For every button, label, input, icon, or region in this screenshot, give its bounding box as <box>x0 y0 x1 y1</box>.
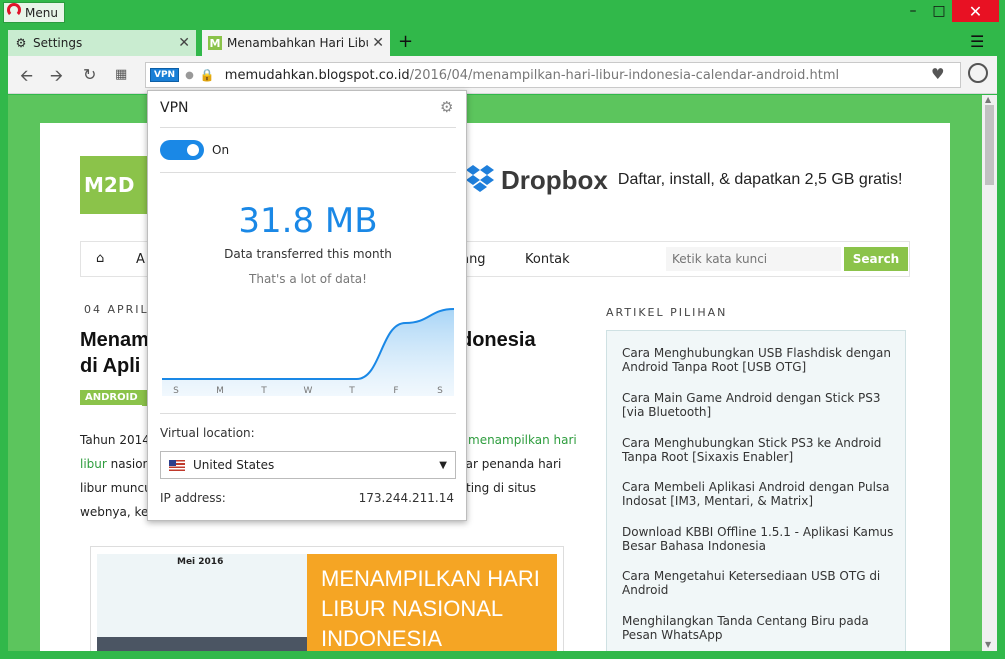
site-favicon-icon: M <box>208 36 222 50</box>
opera-logo-icon <box>7 2 21 17</box>
post-date: 04 APRIL <box>84 303 149 316</box>
image-illustration: Mei 2016 <box>97 554 307 651</box>
search-button[interactable]: Search <box>844 247 908 271</box>
day-label: T <box>349 386 355 396</box>
reload-icon[interactable]: ↻ <box>83 65 96 84</box>
title-bar: Menu – □ ✕ <box>0 0 1005 28</box>
speed-dial-icon[interactable]: ▦ <box>115 67 127 82</box>
body-text-l1: Tahun 2014 <box>80 433 150 447</box>
body-text-l2: libur nasion <box>80 452 150 476</box>
minimize-button[interactable]: – <box>900 0 926 22</box>
scroll-down-icon[interactable]: ▼ <box>985 640 991 649</box>
toolbar: 🡨 🡪 ↻ ▦ VPN ● 🔒 memudahkan.blogspot.co.i… <box>8 56 997 94</box>
dropbox-tagline: Daftar, install, & dapatkan 2,5 GB grati… <box>617 171 903 188</box>
home-icon[interactable]: ⌂ <box>96 251 104 266</box>
tab-title: Menambahkan Hari Libur Nas <box>227 36 368 50</box>
gear-icon: ⚙ <box>15 36 27 50</box>
divider <box>160 127 456 128</box>
image-text: MENAMPILKAN HARI LIBUR NASIONAL INDONESI… <box>307 554 557 651</box>
opera-menu-button[interactable]: Menu <box>3 2 65 23</box>
dropbox-ad[interactable]: Dropbox Daftar, install, & dapatkan 2,5 … <box>465 163 902 197</box>
sidebar-item[interactable]: Download KBBI Offline 1.5.1 - Aplikasi K… <box>622 525 897 553</box>
body-link-l2[interactable]: libur <box>80 457 107 471</box>
scroll-up-icon[interactable]: ▲ <box>985 95 991 104</box>
sidebar-item[interactable]: Cara Membeli Aplikasi Android dengan Pul… <box>622 480 897 508</box>
vpn-badge[interactable]: VPN <box>150 68 180 82</box>
virtual-location-label: Virtual location: <box>160 426 255 440</box>
sidebar-item[interactable]: Cara Menghubungkan USB Flashdisk dengan … <box>622 346 897 374</box>
body-text-l4: webnya, ke <box>80 505 149 519</box>
separator-dot: ● <box>185 69 194 81</box>
dropbox-name: Dropbox <box>501 164 608 195</box>
us-flag-icon <box>169 459 185 471</box>
vpn-popup: VPN ⚙ On 31.8 MB Data transferred this m… <box>147 90 467 521</box>
vpn-title: VPN <box>160 100 189 116</box>
page-scrollbar[interactable]: ▲ ▼ <box>982 95 997 651</box>
toggle-knob <box>187 144 199 156</box>
vpn-toggle[interactable] <box>160 140 204 160</box>
dropbox-icon <box>466 165 494 192</box>
sidebar-list: Cara Menghubungkan USB Flashdisk dengan … <box>606 330 906 651</box>
day-label: S <box>173 386 179 396</box>
day-label: S <box>437 386 443 396</box>
forward-icon[interactable]: 🡪 <box>50 65 63 92</box>
tab-title: Settings <box>33 36 83 50</box>
data-subtitle: Data transferred this month <box>224 247 392 261</box>
menu-item-partial[interactable]: A <box>136 252 145 267</box>
data-note: That's a lot of data! <box>249 272 367 286</box>
divider <box>160 413 456 414</box>
tab-article[interactable]: M Menambahkan Hari Libur Nas ✕ <box>202 30 390 56</box>
sidebar-title: ARTIKEL PILIHAN <box>606 306 728 319</box>
ip-value: 173.244.211.14 <box>358 491 454 505</box>
post-title-right: donesia <box>460 329 536 351</box>
lock-icon[interactable]: 🔒 <box>200 68 215 82</box>
site-logo[interactable]: M2D <box>80 156 150 214</box>
data-amount: 31.8 MB <box>238 201 378 241</box>
bookmark-heart-icon[interactable]: ♥ <box>931 65 944 83</box>
body-text-l2-rest: nasion <box>106 457 151 471</box>
ip-label: IP address: <box>160 491 226 505</box>
dropdown-arrow-icon: ▼ <box>439 460 447 471</box>
close-tab-icon[interactable]: ✕ <box>178 35 190 51</box>
user-profile-icon[interactable] <box>968 63 988 83</box>
body-link-l1[interactable]: menampilkan hari <box>468 428 577 452</box>
divider <box>160 172 456 173</box>
article-image[interactable]: Mei 2016 MENAMPILKAN HARI LIBUR NASIONAL… <box>90 546 564 651</box>
search-input[interactable] <box>666 247 841 271</box>
body-text-l2-right: gar penanda hari <box>458 457 562 471</box>
new-tab-button[interactable]: + <box>398 31 413 52</box>
virtual-location-select[interactable]: United States ▼ <box>160 451 456 479</box>
menu-item-kontak[interactable]: Kontak <box>525 252 570 267</box>
body-text-l3: libur muncu <box>80 481 152 495</box>
gear-icon[interactable]: ⚙ <box>440 98 453 116</box>
scrollbar-thumb[interactable] <box>985 105 994 185</box>
tab-bar: ⚙ Settings ✕ M Menambahkan Hari Libur Na… <box>0 28 1005 56</box>
sidebar-item[interactable]: Cara Menghubungkan Stick PS3 ke Android … <box>622 436 897 464</box>
label-tag[interactable]: ANDROID <box>80 390 143 405</box>
image-month: Mei 2016 <box>177 557 224 567</box>
day-label: W <box>303 386 313 396</box>
address-bar[interactable]: VPN ● 🔒 memudahkan.blogspot.co.id /2016/… <box>145 62 961 88</box>
url-domain: memudahkan.blogspot.co.id <box>224 67 410 83</box>
back-icon[interactable]: 🡨 <box>20 65 33 92</box>
close-window-button[interactable]: ✕ <box>952 0 999 22</box>
day-label: M <box>216 386 224 396</box>
location-value: United States <box>193 458 275 472</box>
usage-chart <box>162 308 454 396</box>
url-path: /2016/04/menampilkan-hari-libur-indonesi… <box>409 67 840 83</box>
image-ground <box>97 637 307 651</box>
vpn-toggle-label: On <box>212 143 230 157</box>
sidebar-item[interactable]: Menghilangkan Tanda Centang Biru pada Pe… <box>622 614 897 642</box>
sidebar-item[interactable]: Cara Mengetahui Ketersediaan USB OTG di … <box>622 569 897 597</box>
sidebar-item[interactable]: Cara Main Game Android dengan Stick PS3 … <box>622 391 897 419</box>
menu-label: Menu <box>25 5 58 20</box>
tab-settings[interactable]: ⚙ Settings ✕ <box>8 30 196 56</box>
day-label: T <box>261 386 267 396</box>
close-tab-icon[interactable]: ✕ <box>372 35 384 51</box>
maximize-button[interactable]: □ <box>926 0 952 22</box>
body-text-l3-right: ting di situs <box>466 481 536 495</box>
day-label: F <box>393 386 399 396</box>
tab-menu-icon[interactable]: ☰ <box>970 32 984 51</box>
